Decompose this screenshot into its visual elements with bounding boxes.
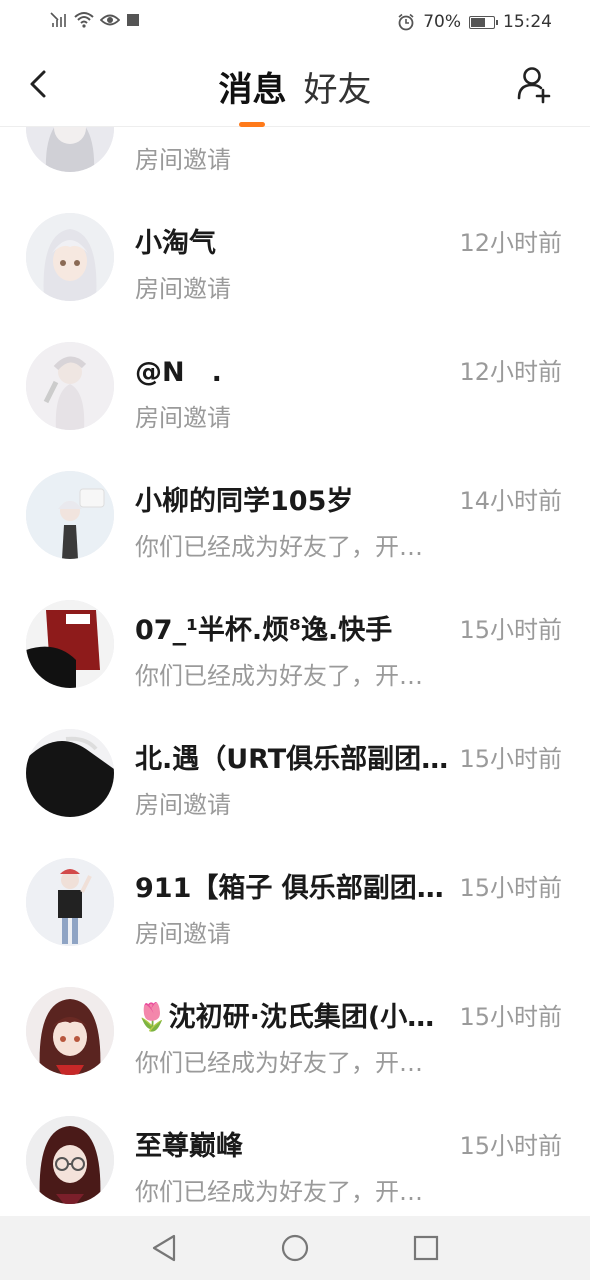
- conversation-preview: 房间邀请: [135, 275, 231, 303]
- conversation-time: 12小时前: [459, 358, 562, 386]
- conversation-name: 北.遇（URT俱乐部副团长）: [135, 744, 457, 775]
- system-recents-button[interactable]: [410, 1232, 442, 1264]
- conversation-item[interactable]: 911【箱子 俱乐部副团长】 15小时前 房间邀请: [0, 832, 590, 961]
- conversation-preview: 你们已经成为好友了，开始聊天吧: [135, 533, 435, 561]
- conversation-name: 小淘气: [135, 228, 216, 259]
- conversation-list-inner: 房间邀请 小淘气 12小时前 房间邀请 @N . 12小时前 房间邀请 小柳的同…: [0, 126, 590, 1216]
- conversation-item[interactable]: @N . 12小时前 房间邀请: [0, 316, 590, 445]
- eye-icon: [100, 14, 120, 26]
- conversation-preview: 房间邀请: [135, 404, 231, 432]
- conversation-name: 07_¹半杯.烦⁸逸.快手: [135, 615, 393, 646]
- conversation-item[interactable]: 北.遇（URT俱乐部副团长） 15小时前 房间邀请: [0, 703, 590, 832]
- tab-messages-label: 消息: [218, 70, 287, 110]
- battery-percent: 70%: [423, 12, 461, 32]
- conversation-time: 15小时前: [459, 1003, 562, 1031]
- conversation-time: 15小时前: [459, 1132, 562, 1160]
- conversation-item[interactable]: 07_¹半杯.烦⁸逸.快手 15小时前 你们已经成为好友了，开始聊天吧: [0, 574, 590, 703]
- top-nav-bar: 消息 好友: [0, 46, 590, 127]
- conversation-list[interactable]: 房间邀请 小淘气 12小时前 房间邀请 @N . 12小时前 房间邀请 小柳的同…: [0, 126, 590, 1216]
- conversation-preview: 你们已经成为好友了，开始聊天吧: [135, 1049, 435, 1077]
- add-friend-button[interactable]: [516, 64, 556, 106]
- tab-messages[interactable]: 消息: [218, 62, 287, 127]
- square-recents-icon: [413, 1235, 439, 1261]
- avatar: [26, 729, 114, 817]
- tab-friends-label: 好友: [303, 70, 372, 110]
- alarm-icon: [398, 13, 414, 31]
- avatar: [26, 858, 114, 946]
- conversation-name: 至尊巅峰: [135, 1131, 243, 1162]
- active-tab-indicator: [239, 122, 266, 127]
- system-navigation-bar: [0, 1216, 590, 1280]
- tab-friends[interactable]: 好友: [304, 62, 372, 111]
- conversation-time: 14小时前: [459, 487, 562, 515]
- avatar: [26, 213, 114, 301]
- conversation-preview: 房间邀请: [135, 920, 231, 948]
- add-friend-icon: [517, 67, 551, 104]
- avatar: [26, 987, 114, 1075]
- conversation-preview: 你们已经成为好友了，开始聊天吧: [135, 662, 435, 690]
- conversation-item[interactable]: 小柳的同学105岁 14小时前 你们已经成为好友了，开始聊天吧: [0, 445, 590, 574]
- triangle-back-icon: [152, 1234, 176, 1262]
- avatar: [26, 342, 114, 430]
- battery-icon: [469, 15, 498, 29]
- conversation-item[interactable]: 小淘气 12小时前 房间邀请: [0, 187, 590, 316]
- conversation-preview: 你们已经成为好友了，开始聊天吧: [135, 1178, 435, 1206]
- no-sim-icon: [50, 12, 66, 27]
- conversation-name: 911【箱子 俱乐部副团长】: [135, 873, 457, 904]
- conversation-time: 12小时前: [459, 229, 562, 257]
- conversation-name: 🌷沈初研·沈氏集团(小团长): [135, 1002, 457, 1033]
- avatar: [26, 1116, 114, 1204]
- conversation-item[interactable]: 房间邀请: [0, 126, 590, 187]
- conversation-item[interactable]: 至尊巅峰 15小时前 你们已经成为好友了，开始聊天吧: [0, 1090, 590, 1216]
- battery-fill: [471, 17, 485, 27]
- status-right-icons: 70% 15:24: [397, 12, 552, 32]
- circle-home-icon: [281, 1234, 309, 1262]
- notification-square-icon: [127, 14, 139, 26]
- avatar: [26, 126, 114, 172]
- conversation-time: 15小时前: [459, 874, 562, 902]
- system-back-button[interactable]: [148, 1232, 180, 1264]
- tab-group: 消息 好友: [0, 62, 590, 127]
- clock: 15:24: [503, 12, 552, 32]
- conversation-preview: 房间邀请: [135, 146, 231, 174]
- wifi-icon: [74, 12, 94, 28]
- status-bar: 70% 15:24: [0, 0, 590, 46]
- system-home-button[interactable]: [279, 1232, 311, 1264]
- conversation-name: @N .: [135, 357, 222, 388]
- conversation-time: 15小时前: [459, 745, 562, 773]
- status-left-icons: [50, 11, 140, 29]
- conversation-preview: 房间邀请: [135, 791, 231, 819]
- conversation-name: 小柳的同学105岁: [135, 486, 354, 517]
- avatar: [26, 471, 114, 559]
- conversation-item[interactable]: 🌷沈初研·沈氏集团(小团长) 15小时前 你们已经成为好友了，开始聊天吧: [0, 961, 590, 1090]
- avatar: [26, 600, 114, 688]
- conversation-time: 15小时前: [459, 616, 562, 644]
